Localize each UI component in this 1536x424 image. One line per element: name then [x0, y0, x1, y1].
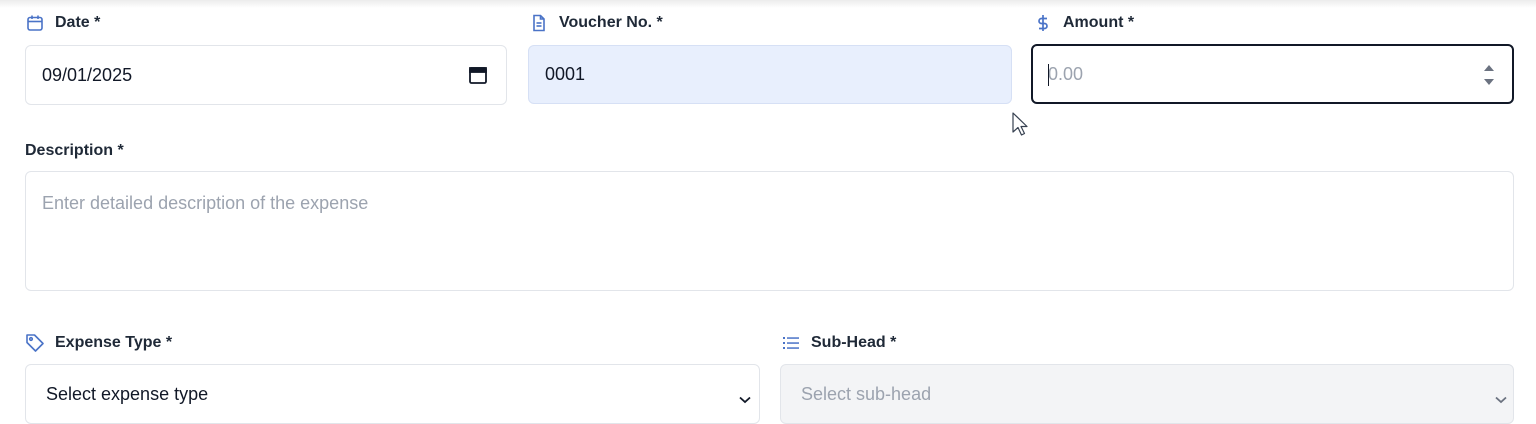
tag-icon: [25, 333, 45, 353]
expense-type-label: Expense Type *: [25, 332, 172, 354]
sub-head-label: Sub-Head *: [781, 332, 896, 354]
sub-head-select[interactable]: Select sub-head: [780, 364, 1514, 424]
calendar-picker-icon[interactable]: [468, 65, 488, 85]
expense-type-select[interactable]: Select expense type: [25, 364, 760, 424]
voucher-label: Voucher No. *: [529, 12, 663, 34]
voucher-value: 0001: [545, 64, 586, 84]
description-placeholder: Enter detailed description of the expens…: [42, 193, 369, 213]
mouse-cursor-icon: [1012, 112, 1030, 143]
chevron-down-icon: [1495, 388, 1507, 409]
amount-placeholder: 0.00: [1048, 63, 1084, 84]
description-label-text: Description *: [25, 142, 124, 159]
calendar-icon: [25, 13, 45, 33]
description-label: Description *: [25, 140, 124, 162]
top-shadow: [0, 0, 1536, 8]
date-label-text: Date *: [55, 14, 101, 31]
description-textarea[interactable]: Enter detailed description of the expens…: [25, 171, 1514, 291]
list-icon: [781, 333, 801, 353]
voucher-input[interactable]: 0001: [528, 45, 1012, 104]
amount-label: Amount *: [1033, 12, 1134, 34]
amount-input[interactable]: 0.00: [1031, 44, 1514, 104]
amount-label-text: Amount *: [1063, 14, 1135, 31]
expense-type-label-text: Expense Type *: [55, 334, 173, 351]
date-input[interactable]: 09/01/2025: [25, 45, 507, 105]
voucher-label-text: Voucher No. *: [559, 14, 663, 31]
chevron-down-icon: [739, 388, 751, 409]
dollar-icon: [1033, 13, 1053, 33]
number-spinner-icon[interactable]: [1482, 62, 1496, 88]
sub-head-label-text: Sub-Head *: [811, 334, 897, 351]
date-value: 09/01/2025: [42, 64, 133, 85]
expense-type-value: Select expense type: [46, 384, 209, 404]
text-caret: [1048, 64, 1049, 86]
sub-head-value: Select sub-head: [801, 384, 932, 404]
document-icon: [529, 13, 549, 33]
date-label: Date *: [25, 12, 100, 34]
